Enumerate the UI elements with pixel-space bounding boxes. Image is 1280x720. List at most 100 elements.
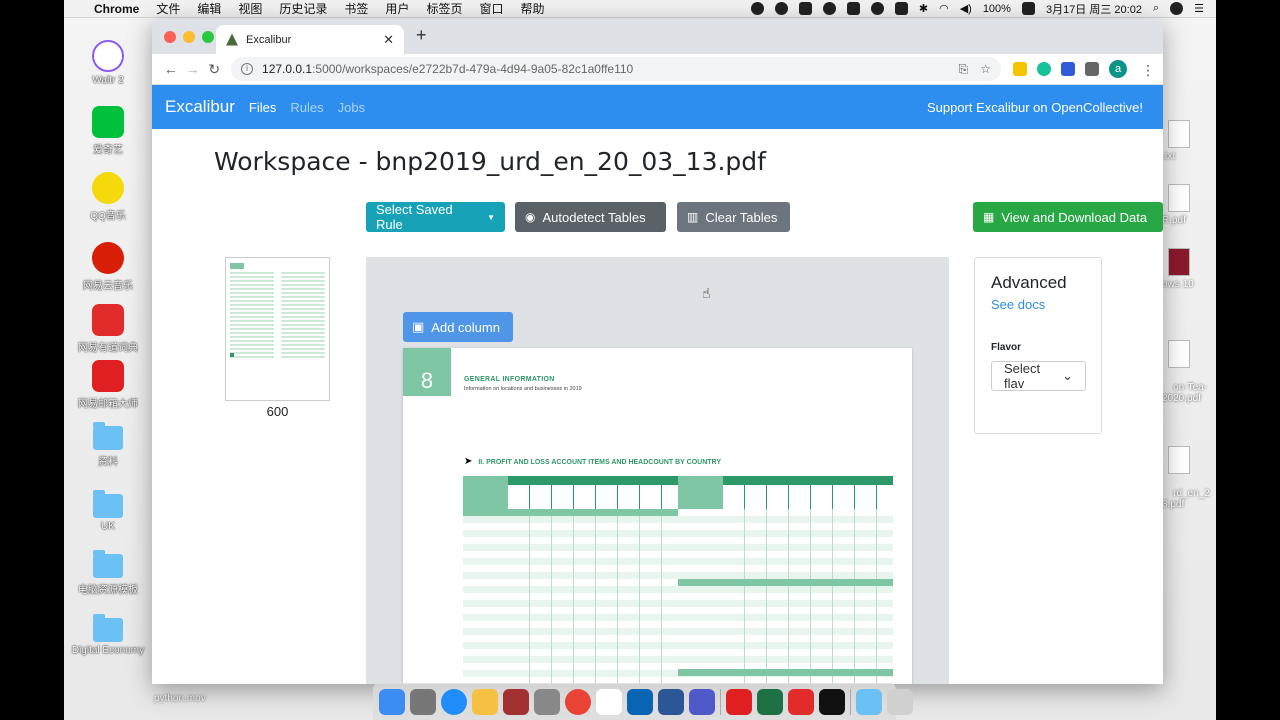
more-menu-icon[interactable]: ⋮ xyxy=(1141,62,1155,78)
desktop-file-txt[interactable]: .txt xyxy=(1162,120,1190,162)
menu-history[interactable]: 历史记录 xyxy=(279,0,327,17)
excalibur-favicon xyxy=(226,33,238,46)
menu-people[interactable]: 用户 xyxy=(385,0,409,17)
folder-icon xyxy=(93,490,123,518)
outlook-icon[interactable] xyxy=(627,688,653,715)
battery-icon[interactable] xyxy=(1021,2,1035,15)
spotlight-icon[interactable]: ⌕ xyxy=(1153,2,1159,15)
extension-bolt-icon[interactable] xyxy=(1013,62,1028,76)
menu-edit[interactable]: 编辑 xyxy=(197,0,221,17)
desktop-folder-templates[interactable]: 电脑资源模板 xyxy=(68,548,148,596)
netease-mail-dock-icon[interactable] xyxy=(726,688,752,715)
view-download-data-button[interactable]: ▦ View and Download Data xyxy=(973,202,1163,232)
record-icon[interactable] xyxy=(750,2,764,15)
menu-file[interactable]: 文件 xyxy=(156,0,180,17)
pdf-page-image[interactable]: 8 GENERAL INFORMATION Information on loc… xyxy=(403,348,912,684)
extension-hat-icon[interactable] xyxy=(1061,62,1076,76)
desktop-folder-uk[interactable]: UK xyxy=(68,488,148,532)
trash-dock-icon[interactable] xyxy=(887,688,913,715)
excel-icon[interactable] xyxy=(757,688,783,715)
nav-rules[interactable]: Rules xyxy=(290,100,323,115)
pdf-table-right xyxy=(678,476,893,684)
desktop-icon-netease-music[interactable]: 网易云音乐 xyxy=(68,242,148,292)
clock-tray-icon[interactable] xyxy=(870,2,884,15)
translate-icon[interactable]: ⎘ xyxy=(959,62,969,77)
teams-icon[interactable] xyxy=(689,688,715,715)
menu-view[interactable]: 视图 xyxy=(238,0,262,17)
desktop-folder-ziliao[interactable]: 资料 xyxy=(68,420,148,468)
flavor-select[interactable]: Select flav ⌄ xyxy=(991,361,1086,391)
dictionary-icon[interactable] xyxy=(503,688,529,715)
stickies-icon[interactable] xyxy=(596,688,622,715)
safari-icon[interactable] xyxy=(441,688,467,715)
grammarly-icon[interactable] xyxy=(1037,62,1052,76)
document-icon xyxy=(1168,184,1190,212)
system-preferences-icon[interactable] xyxy=(534,688,560,715)
desktop-file-pdf-1[interactable]: R.pdf xyxy=(1162,184,1190,226)
desktop-file-urd[interactable]: rd_en_2 3.pdf xyxy=(1162,424,1210,521)
table-body xyxy=(678,509,893,684)
finder-icon[interactable] xyxy=(379,688,405,715)
header-sub xyxy=(508,485,678,509)
menu-bookmarks[interactable]: 书签 xyxy=(344,0,368,17)
close-window-button[interactable] xyxy=(164,31,176,43)
address-bar[interactable]: i 127.0.0.1 :5000/workspaces/e2722b7d-47… xyxy=(231,57,1002,81)
profile-avatar[interactable]: a xyxy=(1109,60,1128,78)
menubar-datetime[interactable]: 3月17日 周三 20:02 xyxy=(1046,1,1142,17)
desktop-file-tea[interactable]: on-Tea- 2020.pdf xyxy=(1162,318,1207,415)
notes-icon[interactable] xyxy=(472,688,498,715)
clear-tables-button[interactable]: ▥ Clear Tables xyxy=(677,202,790,232)
control-center-icon[interactable]: ☰ xyxy=(1194,2,1204,15)
display-icon[interactable] xyxy=(894,2,908,15)
reload-icon[interactable]: ↻ xyxy=(203,61,225,78)
browser-tab[interactable]: Excalibur ✕ xyxy=(216,25,404,54)
section-subtitle: Information on locations and businesses … xyxy=(464,386,582,392)
add-column-button[interactable]: ▣ Add column xyxy=(403,312,513,342)
app-brand[interactable]: Excalibur xyxy=(165,97,235,117)
desktop-file-python-mov[interactable]: python.mov xyxy=(154,693,206,704)
nav-files[interactable]: Files xyxy=(249,100,276,115)
word-icon[interactable] xyxy=(658,688,684,715)
page-thumbnail[interactable] xyxy=(225,257,330,401)
desktop-icon-waltr[interactable]: Waltr 2 xyxy=(68,40,148,86)
minimize-window-button[interactable] xyxy=(183,31,195,43)
wechat-icon[interactable] xyxy=(774,2,788,15)
table-header xyxy=(678,476,893,509)
forward-icon[interactable]: → xyxy=(182,61,204,77)
desktop-icon-netease-mail[interactable]: 网易邮箱大师 xyxy=(68,360,148,410)
youdao-tray-icon[interactable] xyxy=(798,2,812,15)
bookmark-star-icon[interactable]: ☆ xyxy=(980,62,991,77)
bluetooth-icon[interactable]: ✱ xyxy=(919,2,928,15)
siri-icon[interactable] xyxy=(1170,2,1184,15)
desktop-icon-youdao[interactable]: 网易有道词典 xyxy=(68,304,148,354)
desktop-icon-qq-music[interactable]: QQ音乐 xyxy=(68,172,148,222)
back-icon[interactable]: ← xyxy=(160,61,182,77)
wifi-icon[interactable]: ◠ xyxy=(939,2,949,15)
menu-tabs[interactable]: 标签页 xyxy=(426,0,462,17)
menu-window[interactable]: 窗口 xyxy=(479,0,503,17)
nav-jobs[interactable]: Jobs xyxy=(338,100,365,115)
volume-icon[interactable]: ◀) xyxy=(960,2,972,15)
youdao-dock-icon[interactable] xyxy=(788,688,814,715)
input-method-icon[interactable] xyxy=(846,2,860,15)
chrome-icon[interactable] xyxy=(565,688,591,715)
new-tab-button[interactable]: + xyxy=(416,25,427,46)
desktop-icon-iqiyi[interactable]: 爱奇艺 xyxy=(68,106,148,156)
support-link[interactable]: Support Excalibur on OpenCollective! xyxy=(927,100,1143,115)
extensions-puzzle-icon[interactable] xyxy=(1085,62,1100,76)
desktop-folder-digital-economy[interactable]: Digital Economy xyxy=(68,612,148,656)
menu-app-name[interactable]: Chrome xyxy=(94,2,139,16)
see-docs-link[interactable]: See docs xyxy=(991,297,1085,312)
close-tab-icon[interactable]: ✕ xyxy=(383,32,394,48)
downloads-folder-icon[interactable] xyxy=(856,688,882,715)
select-saved-rule-button[interactable]: Select Saved Rule ▼ xyxy=(366,202,505,232)
region-separator xyxy=(678,579,893,586)
terminal-icon[interactable] xyxy=(819,688,845,715)
launchpad-icon[interactable] xyxy=(410,688,436,715)
site-info-icon[interactable]: i xyxy=(241,63,254,75)
mail-tray-icon[interactable] xyxy=(822,2,836,15)
zoom-window-button[interactable] xyxy=(202,31,214,43)
desktop-file-windows[interactable]: ows 10 xyxy=(1162,248,1194,290)
menu-help[interactable]: 帮助 xyxy=(520,0,544,17)
autodetect-tables-button[interactable]: ◉ Autodetect Tables xyxy=(515,202,666,232)
